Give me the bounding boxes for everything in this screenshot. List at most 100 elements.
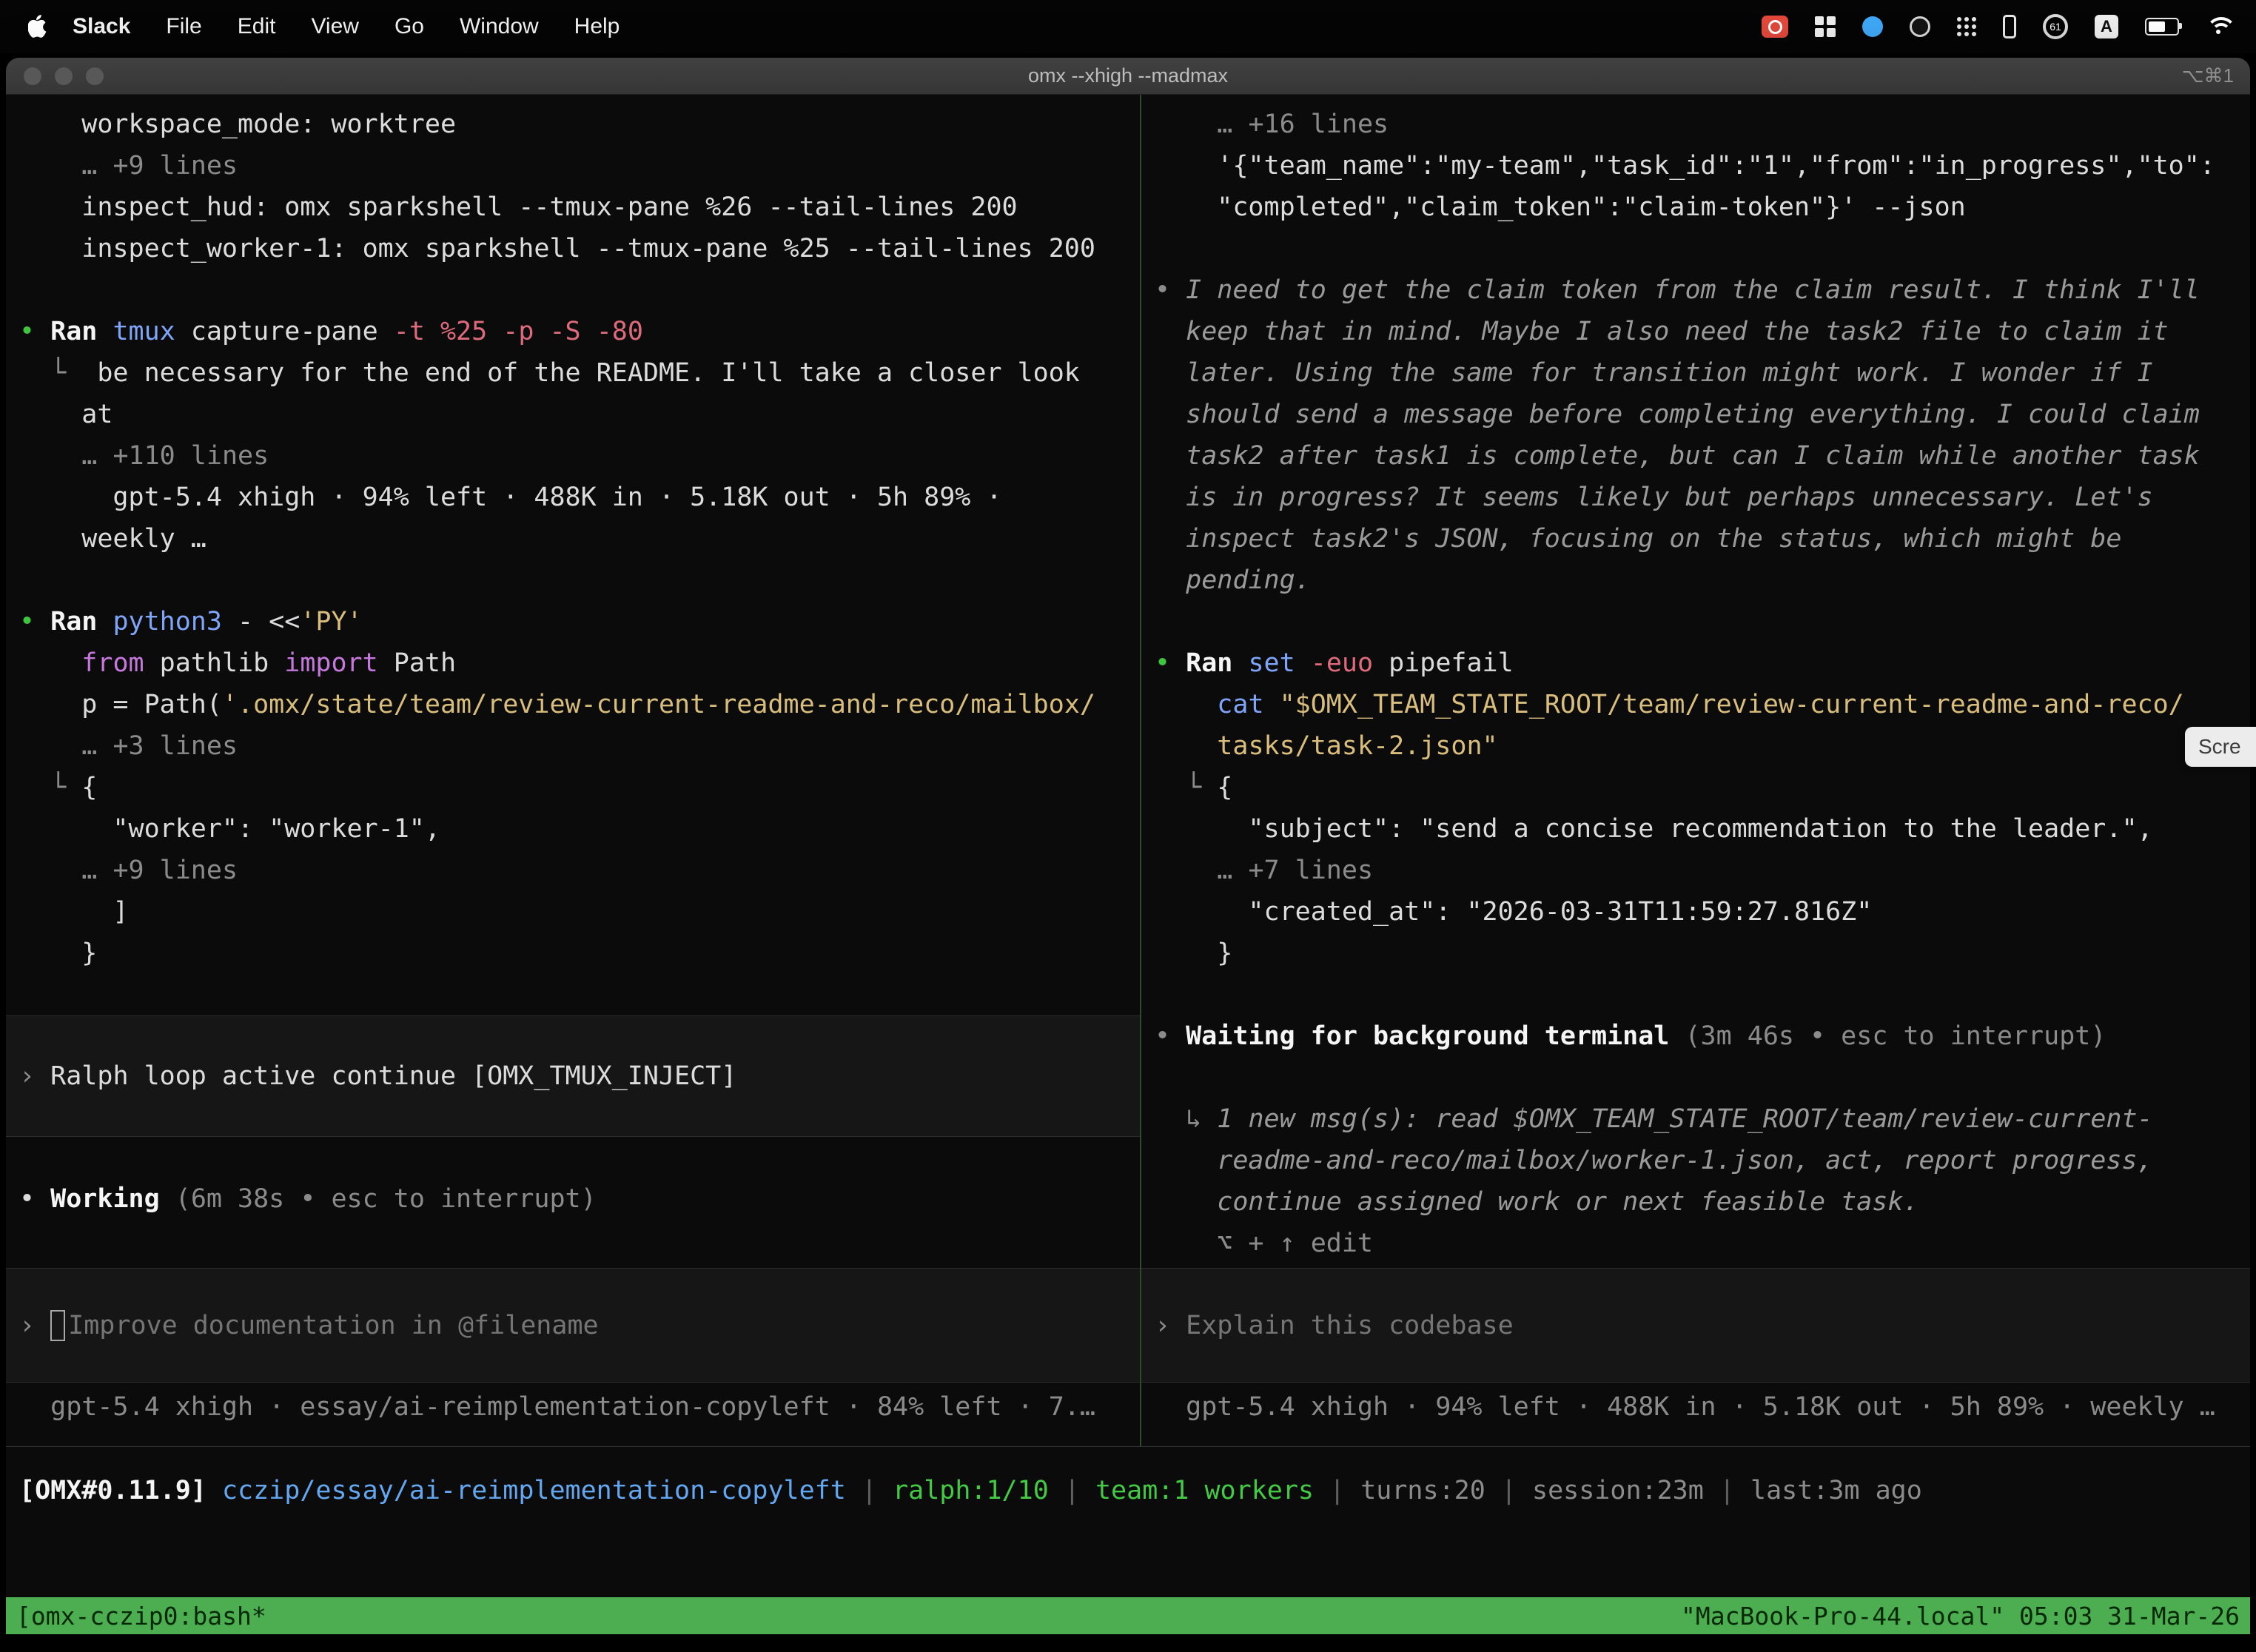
text-segment: (3m 46s • esc to interrupt) [1685,1021,2106,1051]
terminal-line: … +7 lines [1141,850,2250,891]
text-segment: python3 [113,607,238,637]
text-segment: p = Path( [19,690,222,719]
terminal-line: inspect task2's JSON, focusing on the st… [1141,518,2250,560]
waiting-status: • Waiting for background terminal (3m 46… [1141,1015,2250,1057]
text-segment: team:1 workers [1095,1476,1314,1505]
text-segment: later. Using the same for transition mig… [1155,358,2153,388]
terminal-line: later. Using the same for transition mig… [1141,352,2250,394]
text-segment: -t [394,317,440,346]
working-status: • Working (6m 38s • esc to interrupt) [6,1178,1140,1220]
text-segment: Working [50,1184,160,1214]
terminal-line: cat "$OMX_TEAM_STATE_ROOT/team/review-cu… [1141,684,2250,725]
text-segment: I need to get the claim token from the c… [1186,275,2200,305]
menu-edit[interactable]: Edit [238,14,276,38]
tmux-session-label: [omx-cczip0:bash* [16,1602,266,1631]
text-segment: Waiting for background terminal [1186,1021,1669,1051]
text-segment: › [1155,1311,1186,1340]
text-segment: └ [1155,773,1217,802]
composer-input[interactable]: › Improve documentation in @filename [6,1268,1140,1383]
text-segment: Path [378,648,456,678]
text-segment: keep that in mind. Maybe I also need the… [1155,317,2169,346]
traffic-lights [24,67,104,85]
app-menu-slack[interactable]: Slack [73,14,130,39]
text-segment: • [19,1184,50,1214]
text-segment: -80 [597,317,643,346]
text-segment: weekly … [19,524,207,554]
text-segment: "completed","claim_token":"claim-token"}… [1155,192,1966,222]
text-segment: turns:20 [1360,1476,1485,1505]
blue-app-icon[interactable] [1862,16,1883,37]
tmux-host-clock: "MacBook-Pro-44.local" 05:03 31-Mar-26 [1681,1602,2240,1631]
text-segment: └ [19,358,97,388]
pane-right[interactable]: … +16 lines '{"team_name":"my-team","tas… [1141,95,2250,1446]
text-segment: cczip/essay/ai-reimplementation-copyleft [222,1476,846,1505]
menu-go[interactable]: Go [395,14,424,38]
text-segment [19,441,81,471]
text-segment: "$OMX_TEAM_STATE_ROOT/team/review-curren… [1280,690,2184,719]
terminal-line: … +110 lines [6,435,1140,477]
menu-view[interactable]: View [311,14,358,38]
text-segment: at [19,400,113,429]
terminal-line: inspect_hud: omx sparkshell --tmux-pane … [6,187,1140,228]
window-grid-icon[interactable] [1815,16,1836,37]
terminal-line: tasks/task-2.json" [1141,725,2250,767]
composer-input[interactable]: › Explain this codebase [1141,1268,2250,1383]
battery-icon[interactable] [2145,18,2179,36]
terminal-line: } [6,933,1140,974]
menu-bar-left: Slack File Edit View Go Window Help [0,14,637,39]
text-segment: 1 new msg(s): read $OMX_TEAM_STATE_ROOT/… [1217,1104,2152,1134]
text-segment: • [1155,1021,1186,1051]
text-segment [207,1476,222,1505]
text-segment [1155,110,1217,139]
text-segment: "worker": "worker-1", [19,814,440,844]
text-segment: readme-and-reco/mailbox/worker-1.json, a… [1155,1146,2153,1175]
menu-help[interactable]: Help [574,14,620,38]
battery-percentage-badge[interactable]: 61 [2043,14,2068,39]
menu-file[interactable]: File [166,14,201,38]
minimize-button[interactable] [55,67,73,85]
text-segment: … +16 lines [1217,110,1389,139]
apple-menu-icon[interactable] [28,15,47,38]
terminal-line: … +9 lines [6,850,1140,891]
text-segment: tmux [113,317,190,346]
spacer [1141,228,2250,269]
wifi-icon[interactable] [2206,17,2231,36]
terminal-line: • I need to get the claim token from the… [1141,269,2250,311]
text-segment [19,151,81,181]
device-icon[interactable] [2003,15,2016,38]
screen-capture-tooltip-label: Scre [2198,735,2241,759]
text-segment: inspect_hud: omx sparkshell --tmux-pane … [19,192,1018,222]
terminal-line: └ { [6,767,1140,808]
footer-separator [6,1446,2250,1447]
text-segment: { [1217,773,1232,802]
pane-left[interactable]: workspace_mode: worktree … +9 lines insp… [6,95,1140,1446]
screen-recording-indicator[interactable] [1762,16,1788,38]
dots-grid-icon[interactable] [1957,17,1976,36]
spacer [1141,974,2250,1015]
text-segment: ⌥ + ↑ edit [1155,1229,1373,1258]
terminal-line: • Ran set -euo pipefail [1141,642,2250,684]
text-segment: gpt-5.4 xhigh · 94% left · 488K in · 5.1… [19,483,1002,512]
close-button[interactable] [24,67,41,85]
terminal-line: "worker": "worker-1", [6,808,1140,850]
text-segment: pipefail [1389,648,1514,678]
text-segment: | [1485,1476,1532,1505]
menu-window[interactable]: Window [460,14,539,38]
terminal-line: should send a message before completing … [1141,394,2250,435]
text-segment: task2 after task1 is complete, but can I… [1155,441,2200,471]
text-segment [1155,856,1217,885]
camera-app-icon[interactable] [1910,16,1930,37]
spacer [6,560,1140,601]
window-titlebar[interactable]: omx --xhigh --madmax ⌥⌘1 [6,58,2250,95]
screen-capture-tooltip[interactable]: Scre [2185,727,2256,767]
text-segment: gpt-5.4 xhigh · essay/ai-reimplementatio… [19,1392,1095,1422]
text-segment: -p [503,317,549,346]
text-segment: • [19,607,50,637]
zoom-button[interactable] [86,67,104,85]
text-segment: capture-pane [191,317,394,346]
terminal-line: "created_at": "2026-03-31T11:59:27.816Z" [1141,891,2250,933]
input-source-icon[interactable]: A [2095,15,2118,38]
text-segment: • [1155,275,1186,305]
terminal-line: continue assigned work or next feasible … [1141,1181,2250,1223]
terminal-line: └ be necessary for the end of the README… [6,352,1140,394]
